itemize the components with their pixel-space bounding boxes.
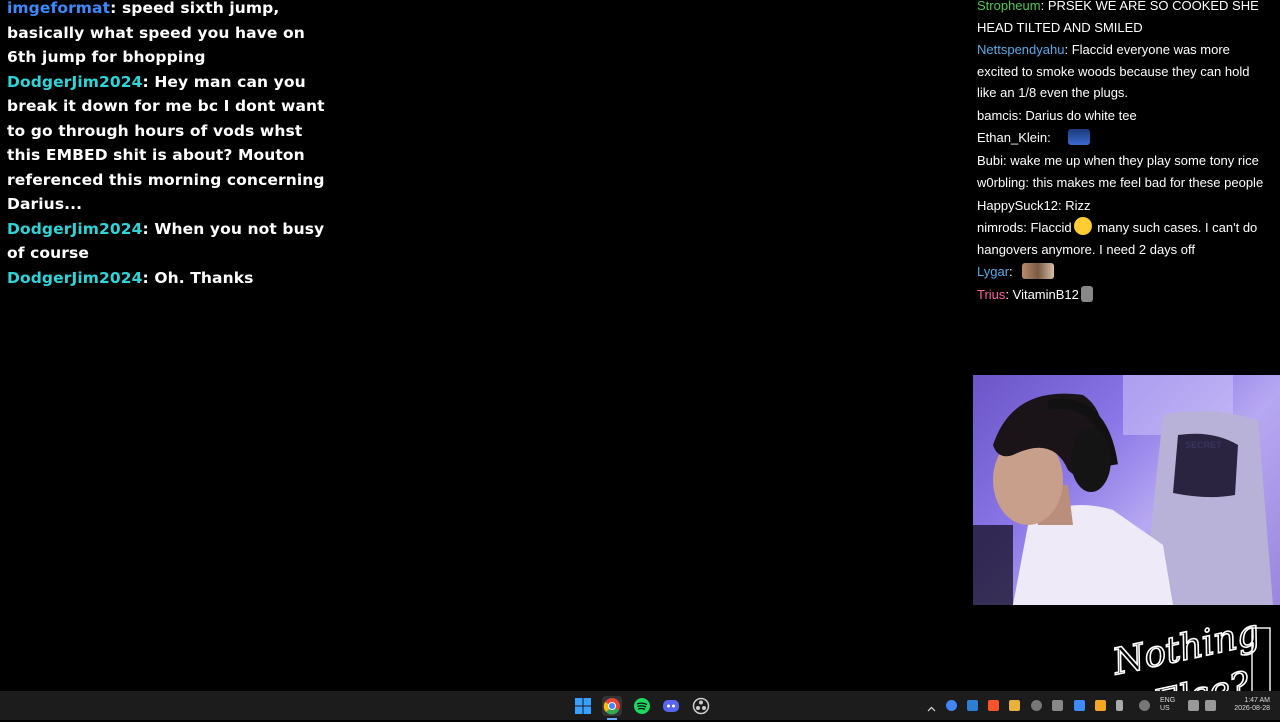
chat-message: Ethan_Klein:: [973, 127, 1273, 150]
start-menu-icon[interactable]: [573, 696, 593, 716]
chat-username[interactable]: DodgerJim2024: [7, 220, 143, 238]
chat-username[interactable]: Lygar: [977, 264, 1009, 279]
clock[interactable]: 1:47 AM 2026-08-28: [1226, 697, 1270, 713]
volume-icon[interactable]: [1205, 700, 1216, 711]
chat-message: DodgerJim2024: Oh. Thanks: [7, 266, 327, 291]
chat-message: Bubi: wake me up when they play some ton…: [973, 150, 1273, 173]
chat-text: this makes me feel bad for these people: [1032, 175, 1264, 190]
chat-username[interactable]: Trius: [977, 287, 1005, 302]
left-chat-overlay: imgeformat: speed sixth jump, basically …: [7, 0, 327, 290]
chat-username[interactable]: nimrods: [977, 220, 1023, 235]
clock-date: 2026-08-28: [1234, 705, 1270, 712]
chat-text: Oh. Thanks: [154, 268, 254, 287]
obs-icon[interactable]: [691, 696, 711, 716]
region-label: US: [1160, 705, 1170, 712]
photo-emote: [1022, 263, 1055, 279]
chat-username[interactable]: DodgerJim2024: [7, 269, 143, 287]
chat-message: Nettspendyahu: Flaccid everyone was more…: [973, 39, 1273, 105]
chat-username[interactable]: imgeformat: [7, 0, 110, 17]
chat-message: w0rbling: this makes me feel bad for the…: [973, 172, 1273, 195]
microphone-icon[interactable]: [1116, 700, 1123, 711]
svg-text:SECRET: SECRET: [1185, 440, 1222, 450]
chat-text: Hey man can you break it down for me bc …: [7, 72, 325, 214]
chat-message: DodgerJim2024: When you not busy of cour…: [7, 217, 327, 266]
chat-text: Darius do white tee: [1025, 107, 1137, 123]
chat-message: Trius: VitaminB12: [973, 284, 1273, 307]
chat-separator: :: [142, 219, 155, 238]
show-hidden-icons-chevron-icon[interactable]: [926, 700, 937, 712]
chat-separator: :: [142, 72, 155, 91]
person-emote: [1068, 129, 1091, 145]
chat-separator: :: [1005, 286, 1013, 302]
chat-text: Flaccid: [1030, 220, 1072, 235]
chat-separator: :: [110, 0, 122, 17]
kiss-emote: [1073, 217, 1092, 235]
chat-text: Rizz: [1065, 197, 1091, 213]
chrome-icon[interactable]: [602, 696, 622, 716]
language-indicator[interactable]: ENG US: [1160, 697, 1175, 713]
chat-separator: :: [1047, 130, 1055, 145]
brave-tray-icon[interactable]: [988, 700, 999, 711]
statue-emote: [1080, 285, 1093, 302]
language-label: ENG: [1160, 697, 1176, 704]
chat-separator: :: [1040, 0, 1048, 13]
windows-taskbar: ENG US 1:47 AM 2026-08-28: [0, 691, 1280, 720]
shield-icon[interactable]: [1139, 700, 1150, 711]
clock-time: 1:47 AM: [1244, 697, 1270, 704]
chat-username[interactable]: HappySuck12: [977, 198, 1058, 213]
chat-separator: :: [1009, 264, 1017, 279]
window-tray-icon[interactable]: [1074, 700, 1085, 711]
chat-separator: :: [142, 268, 155, 287]
chrome-tray-icon[interactable]: [946, 700, 957, 711]
network-icon[interactable]: [1188, 700, 1199, 711]
chat-text: VitaminB12: [1012, 286, 1079, 302]
obs-tray-icon[interactable]: [1031, 700, 1042, 711]
chat-message: Lygar:: [973, 261, 1273, 284]
webcam-feed: SECRET: [973, 375, 1280, 605]
search-tray-icon[interactable]: [1095, 700, 1106, 711]
discord-icon[interactable]: [661, 696, 681, 716]
chat-message: Stropheum: PRSEK WE ARE SO COOKED SHE HE…: [973, 0, 1273, 39]
chat-username[interactable]: w0rbling: [977, 175, 1025, 190]
chat-separator: :: [1064, 42, 1072, 57]
chat-separator: :: [1025, 175, 1033, 190]
chat-message: DodgerJim2024: Hey man can you break it …: [7, 70, 327, 217]
app-tray-icon[interactable]: [1009, 700, 1020, 711]
chat-text: wake me up when they play some tony rice: [1010, 152, 1259, 168]
chat-username[interactable]: DodgerJim2024: [7, 73, 143, 91]
chat-message: imgeformat: speed sixth jump, basically …: [7, 0, 327, 70]
steam-tray-icon[interactable]: [967, 700, 978, 711]
chat-username[interactable]: Bubi: [977, 153, 1003, 168]
chat-username[interactable]: Stropheum: [977, 0, 1041, 13]
chat-username[interactable]: bamcis: [977, 108, 1018, 123]
chat-username[interactable]: Nettspendyahu: [977, 42, 1064, 57]
meta-tray-icon[interactable]: [1052, 700, 1063, 711]
chat-message: bamcis: Darius do white tee: [973, 105, 1273, 128]
right-chat-panel: Stropheum: PRSEK WE ARE SO COOKED SHE HE…: [973, 0, 1273, 306]
chat-message: HappySuck12: Rizz: [973, 195, 1273, 218]
spotify-icon[interactable]: [632, 696, 652, 716]
chat-message: nimrods: Flaccid many such cases. I can'…: [973, 217, 1273, 261]
chat-username[interactable]: Ethan_Klein: [977, 130, 1047, 145]
